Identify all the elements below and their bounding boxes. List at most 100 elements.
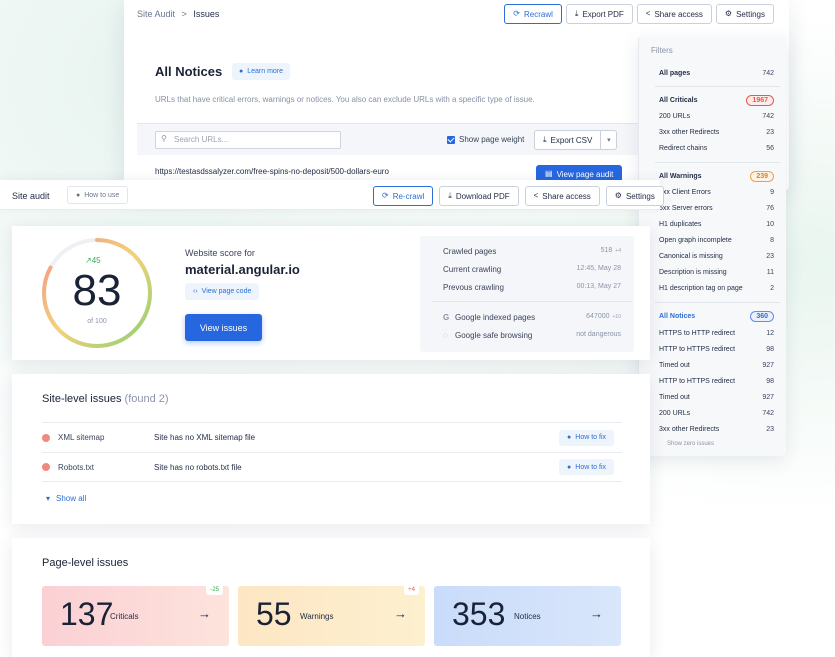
criticals-count-badge: 1967 [746,94,774,106]
show-all-label: Show all [56,494,87,503]
filter-item[interactable]: 3xx other Redirects 23 [659,126,774,138]
settings-button[interactable]: ⚙ Settings [715,4,774,24]
filter-label: Timed out [659,361,690,369]
filter-label: 5xx Server errors [659,204,713,212]
filter-count: 9 [770,188,774,196]
filter-all-notices[interactable]: All Notices 360 [659,310,774,322]
warnings-count: 55 [256,596,292,632]
filter-item[interactable]: Canonical is missing 23 [659,250,774,262]
issue-name: XML sitemap [58,433,105,442]
page-level-issues-card: Page-level issues -25 137 Criticals → +4… [12,538,650,657]
share-access-button[interactable]: < Share access [636,4,712,24]
refresh-icon: ⟳ [513,9,520,18]
filter-item[interactable]: 200 URLs 742 [659,110,774,122]
google-icon: G [443,313,450,322]
show-zero-issues-link[interactable]: Show zero issues [667,441,714,447]
notices-count-badge: 360 [750,310,774,322]
stat-value: not dangerous [576,331,621,338]
filter-item[interactable]: HTTP to HTTPS redirect 98 [659,375,774,387]
site-level-issues-card: Site-level issues (found 2) XML sitemap … [12,374,650,524]
share-label: Share access [542,191,591,201]
recrawl-label: Re-crawl [392,191,425,201]
stat-label: Current crawling [443,265,502,274]
criticals-delta-badge: -25 [206,585,223,595]
stat-value: 12:45, May 28 [576,265,621,272]
filter-all-pages[interactable]: All pages 742 [659,67,774,79]
learn-more-link[interactable]: ● Learn more [232,63,291,80]
filter-item[interactable]: H1 duplicates 10 [659,218,774,230]
share-access-button[interactable]: < Share access [524,186,600,206]
export-csv-dropdown[interactable]: ▾ [601,130,618,150]
filter-count: 10 [766,220,774,228]
breadcrumb-root[interactable]: Site Audit [137,9,175,19]
filter-all-criticals[interactable]: All Criticals 1967 [659,94,774,106]
refresh-icon: ⟳ [382,191,389,200]
view-page-code-button[interactable]: ‹› View page code [185,283,260,300]
filter-count: 23 [766,425,774,433]
stat-row: G Google indexed pages 647000 +10 [443,313,621,322]
trend-up-icon: ↗ [85,256,92,265]
filter-item[interactable]: 200 URLs 742 [659,407,774,419]
download-pdf-button[interactable]: ⤓ Download PDF [439,186,519,206]
filter-count: 11 [766,268,774,276]
how-to-fix-button[interactable]: ● How to fix [559,459,614,475]
filter-label: 3xx other Redirects [659,425,720,433]
notices-count: 353 [452,596,506,632]
gear-icon: ⚙ [724,9,733,18]
stat-label: Crawled pages [443,247,497,256]
gear-icon: ⚙ [614,191,622,200]
filter-item[interactable]: Open graph incomplete 8 [659,234,774,246]
how-to-fix-button[interactable]: ● How to fix [559,429,614,446]
page-description: URLs that have critical errors, warnings… [155,95,535,104]
filter-item[interactable]: 4xx Client Errors 9 [659,186,774,198]
recrawl-button[interactable]: ⟳ Re-crawl [373,186,434,206]
filter-item[interactable]: Timed out 927 [659,359,774,371]
how-to-use-button[interactable]: ● How to use [67,186,129,204]
download-icon: ⤓ [543,135,547,144]
arrow-right-icon: → [198,606,211,621]
filter-label: H1 duplicates [659,220,702,228]
score-delta-value: 45 [91,256,101,265]
filter-item[interactable]: Redirect chains 56 [659,142,774,154]
show-all-link[interactable]: ▾ Show all [46,494,86,503]
export-pdf-label: Export PDF [582,9,624,19]
criticals-label: Criticals [110,612,139,621]
stat-delta: +4 [615,248,621,254]
stat-row: Crawled pages 518 +4 [443,247,621,256]
how-to-use-label: How to use [84,191,120,199]
filter-count: 742 [762,409,774,417]
filter-count: 12 [766,329,774,337]
filter-label: 200 URLs [659,409,691,417]
learn-more-label: Learn more [247,68,284,75]
show-page-weight-checkbox[interactable]: Show page weight [447,135,524,144]
filter-item[interactable]: H1 description tag on page 2 [659,282,774,294]
criticals-tile[interactable]: -25 137 Criticals → [42,585,229,646]
site-issues-count: (found 2) [124,393,169,405]
document-icon: ▤ [545,169,553,178]
filter-label: Open graph incomplete [659,236,732,244]
filter-item[interactable]: HTTPS to HTTP redirect 12 [659,327,774,339]
settings-button[interactable]: ⚙ Settings [605,186,664,206]
search-input[interactable]: ⚲ Search URLs... [155,131,341,149]
notices-label: Notices [514,612,541,621]
filter-item[interactable]: HTTP to HTTPS redirect 98 [659,343,774,355]
filter-item[interactable]: 5xx Server errors 76 [659,202,774,214]
notices-tile[interactable]: 353 Notices → [434,586,621,646]
view-issues-button[interactable]: View issues [185,314,262,341]
divider [432,301,632,302]
url-link[interactable]: https://testasdssalyzer.com/free-spins-n… [155,167,389,176]
warnings-tile[interactable]: +4 55 Warnings → [238,585,425,646]
export-pdf-button[interactable]: ⤓ Export PDF [565,4,633,24]
crawl-stats: Crawled pages 518 +4 Current crawling 12:45… [420,236,634,352]
filter-all-warnings[interactable]: All Warnings 239 [659,170,774,182]
filter-count: 927 [762,361,774,369]
filter-item[interactable]: Timed out 927 [659,391,774,403]
export-csv-button[interactable]: ⤓ Export CSV [534,130,602,150]
table-row: XML sitemap Site has no XML sitemap file… [42,422,622,452]
filter-item[interactable]: Description is missing 11 [659,266,774,278]
recrawl-button[interactable]: ⟳ Recrawl [504,4,562,24]
stat-value: 647000 [586,313,610,320]
filter-label: HTTP to HTTPS redirect [659,345,736,353]
filter-label: 200 URLs [659,112,691,120]
filter-item[interactable]: 3xx other Redirects 23 [659,423,774,435]
